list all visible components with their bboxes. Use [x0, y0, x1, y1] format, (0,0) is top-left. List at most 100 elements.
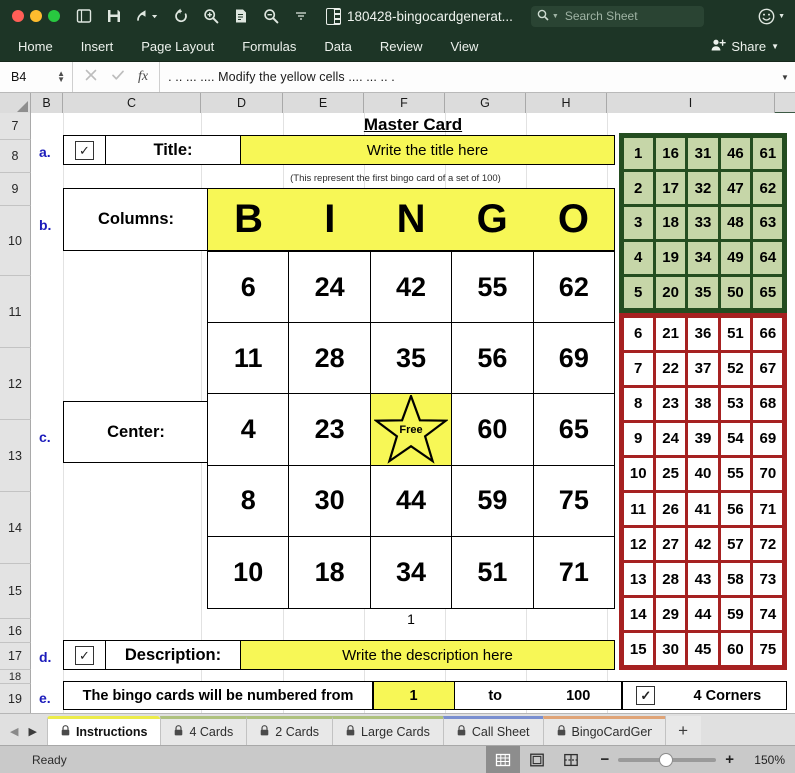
- red-cell[interactable]: 43: [688, 563, 717, 595]
- red-cell[interactable]: 12: [624, 528, 653, 560]
- search-input[interactable]: Search Sheet: [565, 9, 638, 23]
- card-cell[interactable]: 75: [534, 466, 614, 537]
- red-cell[interactable]: 70: [753, 458, 782, 490]
- maximize-button[interactable]: [48, 10, 60, 22]
- zoom-in-button[interactable]: +: [725, 751, 734, 768]
- ribbon-tab-review[interactable]: Review: [366, 32, 437, 62]
- green-cell[interactable]: 50: [721, 277, 750, 309]
- red-cell[interactable]: 13: [624, 563, 653, 595]
- red-cell[interactable]: 52: [721, 353, 750, 385]
- green-cell[interactable]: 33: [688, 207, 717, 239]
- green-cell[interactable]: 35: [688, 277, 717, 309]
- close-button[interactable]: [12, 10, 24, 22]
- sheet-tab-4-cards[interactable]: 4 Cards: [160, 716, 246, 745]
- red-cell[interactable]: 40: [688, 458, 717, 490]
- row-header-13[interactable]: 13: [0, 420, 31, 492]
- red-cell[interactable]: 67: [753, 353, 782, 385]
- red-cell[interactable]: 58: [721, 563, 750, 595]
- green-cell[interactable]: 65: [753, 277, 782, 309]
- red-cell[interactable]: 73: [753, 563, 782, 595]
- row-header-19[interactable]: 19: [0, 684, 31, 713]
- column-header-c[interactable]: C: [63, 93, 201, 113]
- ribbon-tab-view[interactable]: View: [437, 32, 493, 62]
- red-cell[interactable]: 7: [624, 353, 653, 385]
- green-cell[interactable]: 18: [656, 207, 685, 239]
- red-cell[interactable]: 39: [688, 423, 717, 455]
- red-cell[interactable]: 41: [688, 493, 717, 525]
- description-checkbox[interactable]: ✓: [75, 646, 94, 665]
- zoom-slider-handle[interactable]: [659, 753, 673, 767]
- green-cell[interactable]: 61: [753, 138, 782, 170]
- green-cell[interactable]: 46: [721, 138, 750, 170]
- card-cell[interactable]: 8: [208, 466, 289, 537]
- red-cell[interactable]: 30: [656, 633, 685, 665]
- red-cell[interactable]: 42: [688, 528, 717, 560]
- red-cell[interactable]: 44: [688, 598, 717, 630]
- green-cell[interactable]: 3: [624, 207, 653, 239]
- formula-expand-icon[interactable]: ▼: [775, 73, 795, 82]
- red-cell[interactable]: 57: [721, 528, 750, 560]
- red-cell[interactable]: 11: [624, 493, 653, 525]
- red-cell[interactable]: 66: [753, 318, 782, 350]
- red-cell[interactable]: 24: [656, 423, 685, 455]
- card-cell[interactable]: 44: [371, 466, 452, 537]
- card-cell[interactable]: 24: [289, 252, 370, 323]
- green-cell[interactable]: 49: [721, 242, 750, 274]
- green-cell[interactable]: 34: [688, 242, 717, 274]
- corners-checkbox[interactable]: ✓: [636, 686, 655, 705]
- search-sheet-box[interactable]: ▼ Search Sheet: [531, 6, 704, 27]
- red-cell[interactable]: 72: [753, 528, 782, 560]
- column-header-f[interactable]: F: [364, 93, 445, 113]
- card-cell[interactable]: 42: [371, 252, 452, 323]
- page-layout-icon[interactable]: [520, 746, 554, 773]
- page-break-icon[interactable]: [554, 746, 588, 773]
- card-cell[interactable]: 60: [452, 394, 533, 465]
- zoom-in-icon[interactable]: [201, 7, 220, 26]
- card-cell[interactable]: 28: [289, 323, 370, 394]
- green-cell[interactable]: 17: [656, 172, 685, 204]
- green-cell[interactable]: 32: [688, 172, 717, 204]
- red-cell[interactable]: 22: [656, 353, 685, 385]
- ribbon-tab-home[interactable]: Home: [14, 32, 67, 62]
- title-input[interactable]: Write the title here: [240, 136, 614, 164]
- red-cell[interactable]: 9: [624, 423, 653, 455]
- row-header-16[interactable]: 16: [0, 619, 31, 643]
- red-cell[interactable]: 71: [753, 493, 782, 525]
- formula-input[interactable]: . .. ... .... Modify the yellow cells ..…: [159, 62, 775, 92]
- row-header-15[interactable]: 15: [0, 564, 31, 619]
- ribbon-tab-data[interactable]: Data: [310, 32, 365, 62]
- red-cell[interactable]: 51: [721, 318, 750, 350]
- row-header-8[interactable]: 8: [0, 140, 31, 173]
- red-cell[interactable]: 8: [624, 388, 653, 420]
- ribbon-tab-page-layout[interactable]: Page Layout: [127, 32, 228, 62]
- card-cell[interactable]: 4: [208, 394, 289, 465]
- column-header-d[interactable]: D: [201, 93, 283, 113]
- red-cell[interactable]: 14: [624, 598, 653, 630]
- cancel-icon[interactable]: [84, 68, 98, 87]
- zoom-out-icon[interactable]: [261, 7, 280, 26]
- red-cell[interactable]: 54: [721, 423, 750, 455]
- green-cell[interactable]: 31: [688, 138, 717, 170]
- red-cell[interactable]: 74: [753, 598, 782, 630]
- green-cell[interactable]: 47: [721, 172, 750, 204]
- card-cell[interactable]: 11: [208, 323, 289, 394]
- green-cell[interactable]: 1: [624, 138, 653, 170]
- red-cell[interactable]: 25: [656, 458, 685, 490]
- green-cell[interactable]: 62: [753, 172, 782, 204]
- card-cell[interactable]: 23: [289, 394, 370, 465]
- undo-icon[interactable]: [134, 7, 160, 26]
- confirm-icon[interactable]: [111, 68, 125, 87]
- red-cell[interactable]: 45: [688, 633, 717, 665]
- name-box-stepper[interactable]: ▲▼: [57, 71, 65, 83]
- card-cell[interactable]: 62: [534, 252, 614, 323]
- title-checkbox[interactable]: ✓: [75, 141, 94, 160]
- green-cell[interactable]: 20: [656, 277, 685, 309]
- red-cell[interactable]: 21: [656, 318, 685, 350]
- card-cell[interactable]: 55: [452, 252, 533, 323]
- column-header-b[interactable]: B: [31, 93, 63, 113]
- red-cell[interactable]: 37: [688, 353, 717, 385]
- red-cell[interactable]: 28: [656, 563, 685, 595]
- green-cell[interactable]: 64: [753, 242, 782, 274]
- card-cell[interactable]: 69: [534, 323, 614, 394]
- red-cell[interactable]: 26: [656, 493, 685, 525]
